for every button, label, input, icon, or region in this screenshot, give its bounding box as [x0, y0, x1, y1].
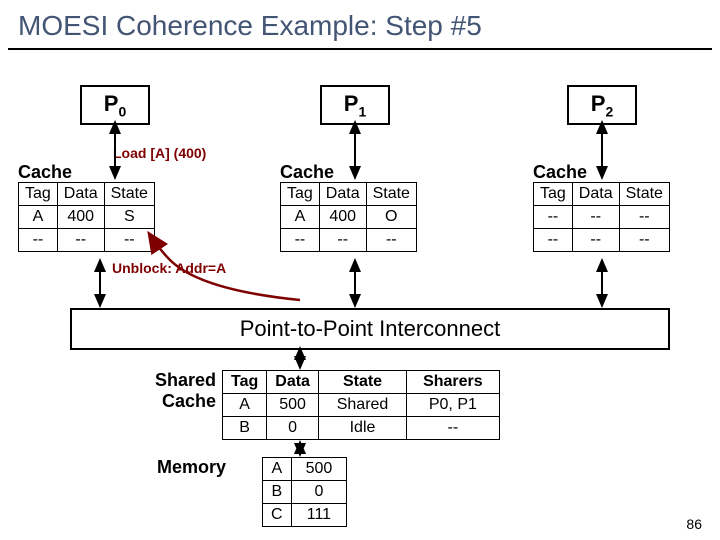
cache-cell: -- [534, 229, 573, 252]
unblock-label: Unblock: Addr=A [112, 260, 226, 276]
mem-cell: C [263, 504, 292, 527]
cache-cell: -- [366, 229, 416, 252]
mem-cell: B [263, 481, 292, 504]
proc-sub: 2 [605, 103, 613, 119]
shared-cell: 500 [267, 394, 319, 417]
shared-cell: A [223, 394, 267, 417]
slide-number: 86 [686, 516, 702, 532]
proc-name: P [344, 91, 359, 116]
page-title: MOESI Coherence Example: Step #5 [8, 0, 712, 50]
shared-col: Tag [223, 371, 267, 394]
shared-cell: 0 [267, 417, 319, 440]
cache-table-2: TagDataState ------ ------ [533, 182, 670, 252]
cache-cell: -- [319, 229, 366, 252]
cache-col: Data [319, 183, 366, 206]
cache-cell: 400 [57, 206, 104, 229]
shared-cell: Idle [318, 417, 406, 440]
mem-cell: 111 [291, 504, 347, 527]
cache-cell: -- [572, 229, 619, 252]
shared-col: Data [267, 371, 319, 394]
interconnect-box: Point-to-Point Interconnect [70, 308, 670, 350]
cache-cell: A [19, 206, 58, 229]
cache-label-2: Cache [533, 162, 587, 183]
cache-col: Tag [281, 183, 320, 206]
cache-col: Data [57, 183, 104, 206]
proc-sub: 1 [358, 103, 366, 119]
cache-cell: -- [19, 229, 58, 252]
cache-cell: S [104, 206, 154, 229]
proc-box-p0: P0 [80, 85, 150, 125]
shared-col: State [318, 371, 406, 394]
shared-cell: Shared [318, 394, 406, 417]
proc-sub: 0 [118, 103, 126, 119]
proc-box-p2: P2 [567, 85, 637, 125]
cache-col: Tag [534, 183, 573, 206]
shared-cache-label: Shared Cache [136, 370, 216, 412]
cache-col: State [619, 183, 669, 206]
cache-col: State [104, 183, 154, 206]
proc-box-p1: P1 [320, 85, 390, 125]
mem-cell: 500 [291, 458, 347, 481]
cache-cell: -- [619, 229, 669, 252]
cache-cell: 400 [319, 206, 366, 229]
shared-cache-table: Tag Data State Sharers A 500 Shared P0, … [222, 370, 500, 440]
load-label: Load [A] (400) [113, 145, 206, 161]
proc-name: P [591, 91, 606, 116]
cache-cell: -- [104, 229, 154, 252]
cache-col: Data [572, 183, 619, 206]
cache-label-0: Cache [18, 162, 72, 183]
mem-cell: A [263, 458, 292, 481]
cache-cell: A [281, 206, 320, 229]
proc-name: P [104, 91, 119, 116]
cache-cell: -- [572, 206, 619, 229]
cache-table-1: TagDataState A400O ------ [280, 182, 417, 252]
cache-cell: -- [281, 229, 320, 252]
diagram-stage: P0 P1 P2 Load [A] (400) Cache Cache Cach… [0, 50, 720, 540]
shared-cell: P0, P1 [407, 394, 500, 417]
shared-col: Sharers [407, 371, 500, 394]
cache-col: Tag [19, 183, 58, 206]
cache-table-0: TagDataState A400S ------ [18, 182, 155, 252]
cache-col: State [366, 183, 416, 206]
cache-cell: O [366, 206, 416, 229]
cache-label-1: Cache [280, 162, 334, 183]
cache-cell: -- [619, 206, 669, 229]
memory-label: Memory [150, 457, 226, 478]
shared-cell: B [223, 417, 267, 440]
cache-cell: -- [534, 206, 573, 229]
mem-cell: 0 [291, 481, 347, 504]
memory-table: A500 B0 C111 [262, 457, 347, 527]
shared-cell: -- [407, 417, 500, 440]
cache-cell: -- [57, 229, 104, 252]
